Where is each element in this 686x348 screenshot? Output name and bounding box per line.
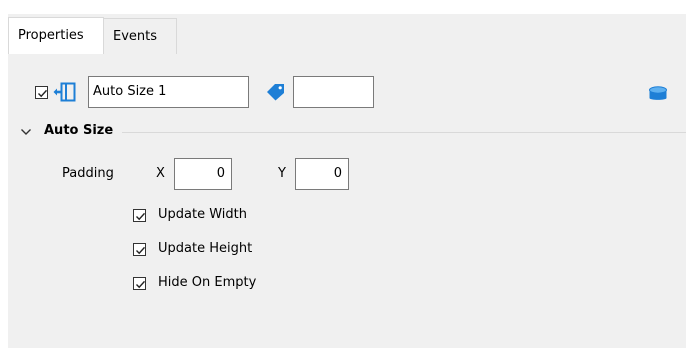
update-width-checkbox[interactable] [133, 209, 146, 222]
check-icon [136, 212, 146, 221]
properties-window: Properties Events Auto Size 1 Auto Size … [0, 0, 686, 348]
chevron-down-icon[interactable] [20, 126, 32, 136]
component-name-input[interactable]: Auto Size 1 [88, 76, 249, 108]
section-title[interactable]: Auto Size [44, 123, 113, 139]
database-icon[interactable] [648, 86, 668, 102]
tag-input[interactable] [293, 76, 374, 108]
section-divider [122, 132, 686, 133]
enabled-checkbox[interactable] [35, 86, 48, 99]
update-width-label[interactable]: Update Width [158, 207, 247, 223]
tab-properties[interactable]: Properties [8, 17, 104, 54]
hide-on-empty-checkbox[interactable] [133, 277, 146, 290]
padding-x-input[interactable]: 0 [174, 158, 232, 190]
check-icon [136, 280, 146, 289]
padding-y-label: Y [278, 166, 286, 181]
hide-on-empty-label[interactable]: Hide On Empty [158, 275, 256, 291]
padding-label: Padding [62, 166, 114, 181]
properties-panel: Auto Size 1 Auto Size Padding X 0 Y 0 Up… [8, 54, 686, 348]
padding-x-label: X [156, 166, 165, 181]
tag-icon [266, 83, 286, 101]
tab-events[interactable]: Events [104, 18, 177, 54]
check-icon [136, 246, 146, 255]
update-height-label[interactable]: Update Height [158, 241, 252, 257]
tab-strip: Properties Events [8, 14, 686, 54]
padding-y-input[interactable]: 0 [295, 158, 349, 190]
check-icon [38, 89, 48, 98]
update-height-checkbox[interactable] [133, 243, 146, 256]
component-icon [53, 82, 77, 102]
